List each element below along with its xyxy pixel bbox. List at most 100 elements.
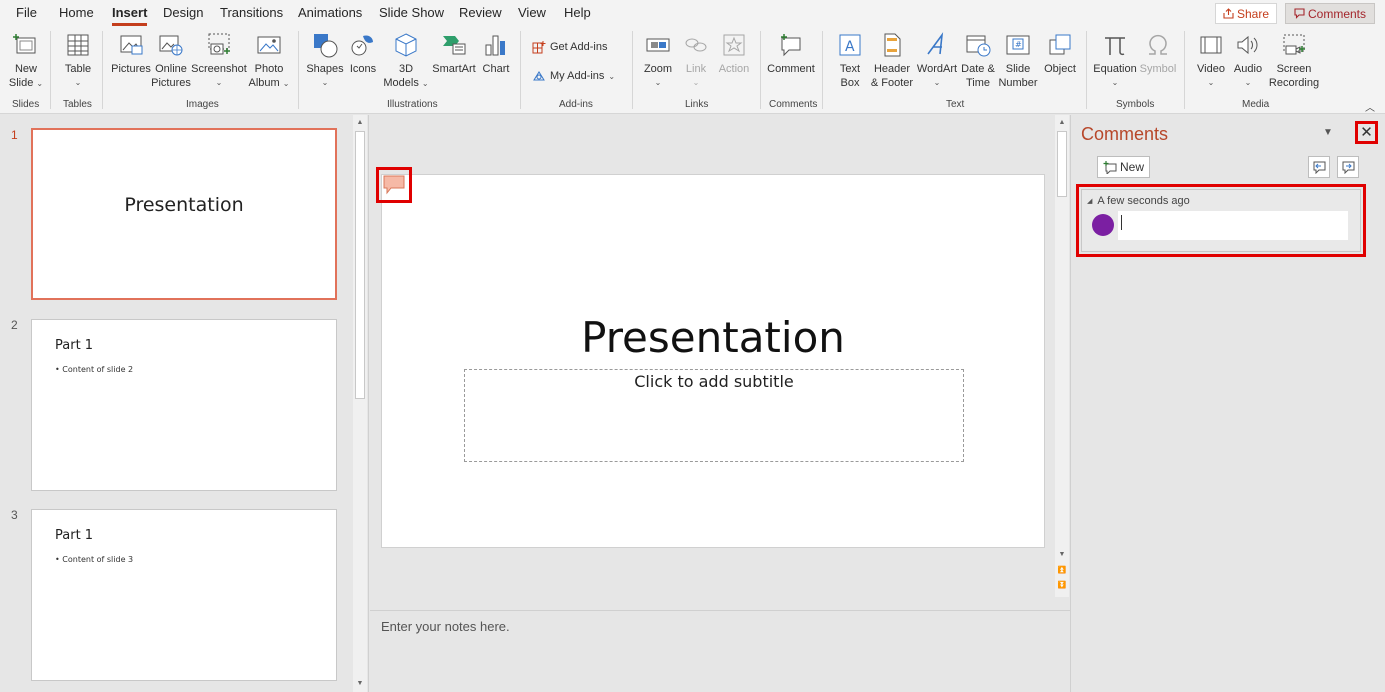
thumbnails-scrollbar[interactable]: ▲ ▼: [353, 115, 367, 692]
comments-pane-title: Comments: [1081, 124, 1168, 145]
shapes-button[interactable]: Shapes ⌄: [306, 31, 344, 90]
photo-album-button[interactable]: Photo Album ⌄: [248, 31, 290, 91]
online-pictures-button[interactable]: Online Pictures: [153, 31, 189, 90]
tab-help[interactable]: Help: [564, 5, 591, 20]
screen-recording-button[interactable]: Screen Recording: [1268, 31, 1320, 90]
object-button[interactable]: Object: [1040, 31, 1080, 76]
group-label-links: Links: [685, 99, 708, 110]
slide-comment-marker[interactable]: [376, 167, 412, 203]
chevron-down-icon: ⌄: [655, 76, 662, 90]
slide-number-button[interactable]: # Slide Number: [998, 31, 1038, 90]
zoom-button[interactable]: Zoom ⌄: [640, 31, 676, 90]
calendar-clock-icon: [965, 32, 991, 58]
chevron-down-icon: ⌄: [1245, 76, 1252, 90]
object-icon: [1047, 32, 1073, 58]
next-slide-icon[interactable]: ⏬: [1055, 578, 1069, 592]
store-icon: [532, 40, 546, 54]
group-label-illustrations: Illustrations: [387, 99, 438, 110]
pictures-button[interactable]: Pictures: [110, 31, 152, 76]
table-label: Table: [65, 62, 91, 76]
group-label-text: Text: [946, 99, 964, 110]
new-comment-button[interactable]: New: [1097, 156, 1150, 178]
notes-pane[interactable]: Enter your notes here.: [370, 610, 1070, 692]
text-box-label-1: Text: [840, 62, 860, 76]
scrollbar-thumb[interactable]: [355, 131, 365, 399]
previous-comment-button[interactable]: [1308, 156, 1330, 178]
action-label: Action: [719, 62, 750, 76]
tab-animations[interactable]: Animations: [298, 5, 362, 20]
thumbnail-number: 2: [11, 318, 18, 332]
tab-view[interactable]: View: [518, 5, 546, 20]
comment-insert-button[interactable]: Comment: [766, 31, 816, 76]
table-button[interactable]: Table ⌄: [60, 31, 96, 90]
editor-scrollbar[interactable]: ▲ ▼ ⏫ ⏬: [1055, 115, 1069, 597]
text-box-button[interactable]: A Text Box: [832, 31, 868, 90]
tab-slide-show[interactable]: Slide Show: [379, 5, 444, 20]
collapse-triangle-icon[interactable]: ◢: [1087, 197, 1092, 205]
current-slide[interactable]: Presentation Click to add subtitle: [381, 174, 1045, 548]
omega-icon: [1145, 32, 1171, 58]
thumbnail-slide-1[interactable]: Presentation: [31, 128, 337, 300]
tab-home[interactable]: Home: [59, 5, 94, 20]
scroll-down-icon[interactable]: ▼: [1055, 547, 1069, 561]
scroll-up-icon[interactable]: ▲: [353, 115, 367, 129]
thumbnail-slide-3[interactable]: Part 1 • Content of slide 3: [31, 509, 337, 681]
symbol-button[interactable]: Symbol: [1140, 31, 1176, 76]
chevron-down-icon: ⌄: [322, 76, 329, 90]
screenshot-button[interactable]: Screenshot ⌄: [192, 31, 246, 90]
chevron-down-icon: ⌄: [608, 72, 615, 81]
icons-button[interactable]: Icons: [346, 31, 380, 76]
close-icon[interactable]: ✕: [1355, 121, 1378, 144]
action-button[interactable]: Action: [716, 31, 752, 76]
video-button[interactable]: Video ⌄: [1194, 31, 1228, 90]
collapse-ribbon-icon[interactable]: ︿: [1365, 99, 1375, 114]
screen-recording-label-1: Screen: [1277, 62, 1312, 76]
3d-models-button[interactable]: 3D Models ⌄: [382, 31, 430, 91]
next-comment-icon: [1341, 161, 1355, 174]
subtitle-placeholder[interactable]: Click to add subtitle: [464, 369, 964, 462]
scroll-down-icon[interactable]: ▼: [353, 676, 367, 690]
tab-review[interactable]: Review: [459, 5, 502, 20]
tab-file[interactable]: File: [16, 5, 37, 20]
chart-icon: [483, 32, 509, 58]
thumbnail-number: 1: [11, 128, 18, 142]
tab-insert[interactable]: Insert: [112, 5, 147, 20]
comment-header[interactable]: ◢ A few seconds ago: [1087, 195, 1190, 207]
share-button[interactable]: Share: [1215, 3, 1277, 24]
chevron-down-icon: ⌄: [75, 76, 82, 90]
new-slide-label-1: New: [15, 62, 37, 76]
scroll-up-icon[interactable]: ▲: [1055, 115, 1069, 129]
scrollbar-thumb[interactable]: [1057, 131, 1067, 197]
thumbnail-slide-2[interactable]: Part 1 • Content of slide 2: [31, 319, 337, 491]
header-footer-button[interactable]: Header & Footer: [870, 31, 914, 90]
date-time-label-2: Time: [966, 76, 990, 90]
wordart-button[interactable]: WordArt ⌄: [916, 31, 958, 90]
comment-text-input[interactable]: [1118, 211, 1348, 240]
text-box-icon: A: [837, 32, 863, 58]
pictures-icon: [118, 32, 144, 58]
subtitle-placeholder-text: Click to add subtitle: [465, 372, 963, 391]
get-addins-button[interactable]: Get Add-ins: [532, 40, 607, 54]
my-addins-button[interactable]: My Add-ins ⌄: [532, 69, 615, 83]
new-slide-button[interactable]: New Slide ⌄: [8, 31, 44, 91]
chart-button[interactable]: Chart: [480, 31, 512, 76]
link-button[interactable]: Link ⌄: [680, 31, 712, 90]
date-time-button[interactable]: Date & Time: [960, 31, 996, 90]
smartart-button[interactable]: SmartArt: [432, 31, 476, 76]
audio-button[interactable]: Audio ⌄: [1231, 31, 1265, 90]
avatar: [1092, 214, 1114, 236]
pane-options-icon[interactable]: ▼: [1323, 127, 1333, 138]
tab-design[interactable]: Design: [163, 5, 203, 20]
tab-transitions[interactable]: Transitions: [220, 5, 283, 20]
comments-toggle-button[interactable]: Comments: [1285, 3, 1375, 24]
next-comment-button[interactable]: [1337, 156, 1359, 178]
online-pictures-icon: [158, 32, 184, 58]
shapes-icon: [312, 32, 338, 58]
previous-slide-icon[interactable]: ⏫: [1055, 563, 1069, 577]
text-box-label-2: Box: [841, 76, 860, 90]
slide-title[interactable]: Presentation: [382, 313, 1044, 362]
pi-icon: [1102, 32, 1128, 58]
thumbnail-title: Part 1: [55, 528, 93, 543]
equation-button[interactable]: Equation ⌄: [1092, 31, 1138, 90]
comment-insert-label: Comment: [767, 62, 815, 76]
